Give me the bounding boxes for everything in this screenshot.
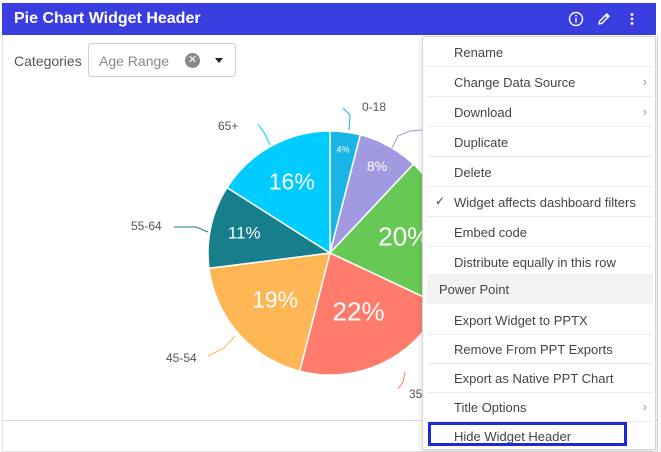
menu-item-rename[interactable]: Rename	[427, 37, 653, 67]
widget-options-menu: Rename Change Data Source › Download › D…	[422, 36, 656, 450]
menu-item-duplicate[interactable]: Duplicate	[427, 127, 653, 157]
menu-item-embed-code[interactable]: Embed code	[427, 217, 653, 247]
menu-item-label: Distribute equally in this row	[454, 255, 616, 270]
menu-item-label: Export Widget to PPTX	[454, 313, 588, 328]
leader-line	[174, 226, 209, 233]
menu-item-delete[interactable]: Delete	[427, 157, 653, 187]
menu-item-label: Change Data Source	[454, 75, 576, 90]
slice-percent-label: 19%	[252, 286, 298, 312]
slice-percent-label: 11%	[228, 223, 261, 242]
chevron-right-icon: ›	[642, 74, 647, 89]
chevron-right-icon: ›	[642, 104, 647, 119]
menu-item-export-pptx[interactable]: Export Widget to PPTX	[427, 305, 653, 335]
highlight-box	[428, 422, 627, 446]
category-label: 65+	[218, 119, 238, 133]
menu-item-export-native-ppt[interactable]: Export as Native PPT Chart	[427, 363, 653, 393]
menu-item-change-data-source[interactable]: Change Data Source ›	[427, 67, 653, 97]
category-label: 35	[409, 387, 423, 401]
leader-line	[342, 107, 351, 131]
chevron-right-icon: ›	[642, 399, 647, 414]
menu-item-label: Download	[454, 105, 512, 120]
menu-item-label: Widget affects dashboard filters	[454, 195, 636, 210]
slice-percent-label: 22%	[333, 297, 385, 327]
slice-percent-label: 4%	[336, 144, 349, 154]
category-label: 0-18	[362, 100, 386, 114]
slice-percent-label: 8%	[367, 158, 387, 174]
menu-item-label: Export as Native PPT Chart	[454, 371, 614, 386]
leader-line	[397, 371, 406, 390]
menu-item-label: Duplicate	[454, 135, 509, 150]
menu-item-label: Rename	[454, 45, 504, 60]
leader-line	[391, 129, 423, 149]
menu-item-distribute-equally[interactable]: Distribute equally in this row	[427, 247, 653, 277]
menu-item-label: Title Options	[454, 400, 527, 415]
checkmark-icon: ✓	[435, 194, 446, 208]
menu-item-label: Embed code	[454, 225, 527, 240]
menu-section-title: Power Point	[439, 282, 510, 297]
slice-percent-label: 16%	[269, 169, 315, 195]
category-label: 45-54	[166, 351, 197, 365]
menu-item-title-options[interactable]: Title Options ›	[427, 392, 653, 422]
menu-item-remove-ppt-exports[interactable]: Remove From PPT Exports	[427, 334, 653, 364]
menu-item-label: Remove From PPT Exports	[454, 342, 613, 357]
menu-section-power-point: Power Point	[427, 274, 653, 304]
menu-item-download[interactable]: Download ›	[427, 97, 653, 127]
menu-item-label: Delete	[454, 165, 492, 180]
leader-line	[257, 123, 271, 146]
menu-item-widget-affects-filters[interactable]: ✓ Widget affects dashboard filters	[427, 187, 653, 217]
leader-line	[207, 335, 236, 357]
category-label: 55-64	[131, 219, 162, 233]
